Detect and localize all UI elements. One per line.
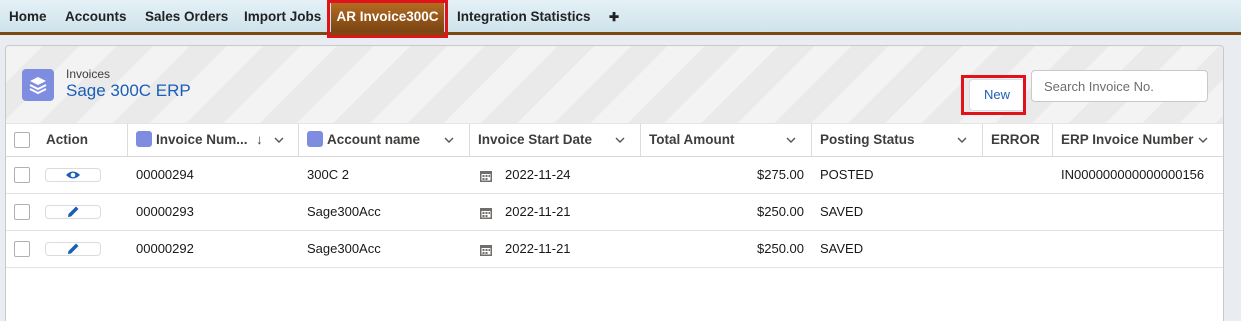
view-record-button[interactable] <box>45 168 101 182</box>
search-invoice-input[interactable] <box>1031 70 1208 102</box>
column-header-invoice-number[interactable]: Invoice Num... <box>136 124 248 156</box>
list-header: Invoices Sage 300C ERP New <box>6 46 1223 124</box>
table-header: Action Invoice Num... ↓ Account name Inv… <box>6 124 1223 157</box>
column-divider <box>982 124 983 156</box>
tab-home[interactable]: Home <box>9 0 47 32</box>
account-name-cell: 300C 2 <box>307 167 349 182</box>
edit-record-button[interactable] <box>45 205 101 219</box>
invoice-start-date-cell: 2022-11-24 <box>505 167 571 182</box>
column-divider <box>811 124 812 156</box>
tab-integration-statistics[interactable]: Integration Statistics <box>457 0 591 32</box>
eye-icon <box>66 171 80 179</box>
new-button-highlight-box <box>961 75 1026 115</box>
posting-status-cell: SAVED <box>820 204 864 219</box>
invoice-number-cell: 00000292 <box>136 241 194 256</box>
invoice-start-date-cell: 2022-11-21 <box>505 241 571 256</box>
invoice-number-cell: 00000293 <box>136 204 194 219</box>
column-header-total-amount[interactable]: Total Amount <box>649 124 734 156</box>
column-divider <box>469 124 470 156</box>
sort-desc-icon[interactable]: ↓ <box>256 124 263 156</box>
invoice-column-icon <box>136 131 152 147</box>
column-label: Invoice Num... <box>156 132 248 147</box>
account-column-icon <box>307 131 323 147</box>
account-name-cell: Sage300Acc <box>307 204 381 219</box>
column-divider <box>127 124 128 156</box>
tab-sales-orders[interactable]: Sales Orders <box>145 0 228 32</box>
pencil-icon <box>68 206 79 217</box>
row-checkbox[interactable] <box>14 167 30 183</box>
calendar-icon <box>480 245 492 256</box>
account-name-cell: Sage300Acc <box>307 241 381 256</box>
edit-record-button[interactable] <box>45 242 101 256</box>
chevron-down-icon[interactable] <box>1198 135 1208 145</box>
row-checkbox[interactable] <box>14 241 30 257</box>
column-label: Account name <box>327 132 421 147</box>
invoice-object-icon <box>22 69 54 101</box>
column-header-account-name[interactable]: Account name <box>307 124 420 156</box>
chevron-down-icon[interactable] <box>274 135 284 145</box>
app-tab-bar: Home Accounts Sales Orders Import Jobs A… <box>0 0 1241 35</box>
chevron-down-icon[interactable] <box>444 135 454 145</box>
column-header-posting-status[interactable]: Posting Status <box>820 124 915 156</box>
pencil-icon <box>68 243 79 254</box>
invoice-start-date-cell: 2022-11-21 <box>505 204 571 219</box>
total-amount-cell: $250.00 <box>757 241 804 256</box>
tab-highlight-box <box>327 0 448 38</box>
object-subtitle: Invoices <box>66 67 111 81</box>
column-header-invoice-start-date[interactable]: Invoice Start Date <box>478 124 592 156</box>
column-divider <box>298 124 299 156</box>
tab-import-jobs[interactable]: Import Jobs <box>244 0 321 32</box>
table-row[interactable]: 00000292 Sage300Acc 2022-11-21 $250.00 S… <box>6 231 1223 268</box>
total-amount-cell: $275.00 <box>757 167 804 182</box>
list-title: Sage 300C ERP <box>66 81 191 100</box>
row-checkbox[interactable] <box>14 204 30 220</box>
chevron-down-icon[interactable] <box>786 135 796 145</box>
column-divider <box>1052 124 1053 156</box>
posting-status-cell: SAVED <box>820 241 864 256</box>
column-header-erp-invoice-number[interactable]: ERP Invoice Number <box>1061 124 1194 156</box>
column-header-action: Action <box>46 132 88 147</box>
table-row[interactable]: 00000294 300C 2 2022-11-24 $275.00 POSTE… <box>6 157 1223 194</box>
invoice-number-cell: 00000294 <box>136 167 194 182</box>
chevron-down-icon[interactable] <box>957 135 967 145</box>
invoice-list-card: Invoices Sage 300C ERP New Action Invoic… <box>5 45 1224 321</box>
column-divider <box>640 124 641 156</box>
posting-status-cell: POSTED <box>820 167 874 182</box>
total-amount-cell: $250.00 <box>757 204 804 219</box>
table-row[interactable]: 00000293 Sage300Acc 2022-11-21 $250.00 S… <box>6 194 1223 231</box>
calendar-icon <box>480 208 492 219</box>
add-tab-icon[interactable]: ✚ <box>609 0 619 32</box>
tab-accounts[interactable]: Accounts <box>65 0 127 32</box>
calendar-icon <box>480 171 492 182</box>
chevron-down-icon[interactable] <box>615 135 625 145</box>
column-header-error[interactable]: ERROR <box>991 124 1040 156</box>
erp-invoice-number-cell: IN000000000000000156 <box>1061 167 1205 182</box>
select-all-checkbox[interactable] <box>14 132 30 148</box>
